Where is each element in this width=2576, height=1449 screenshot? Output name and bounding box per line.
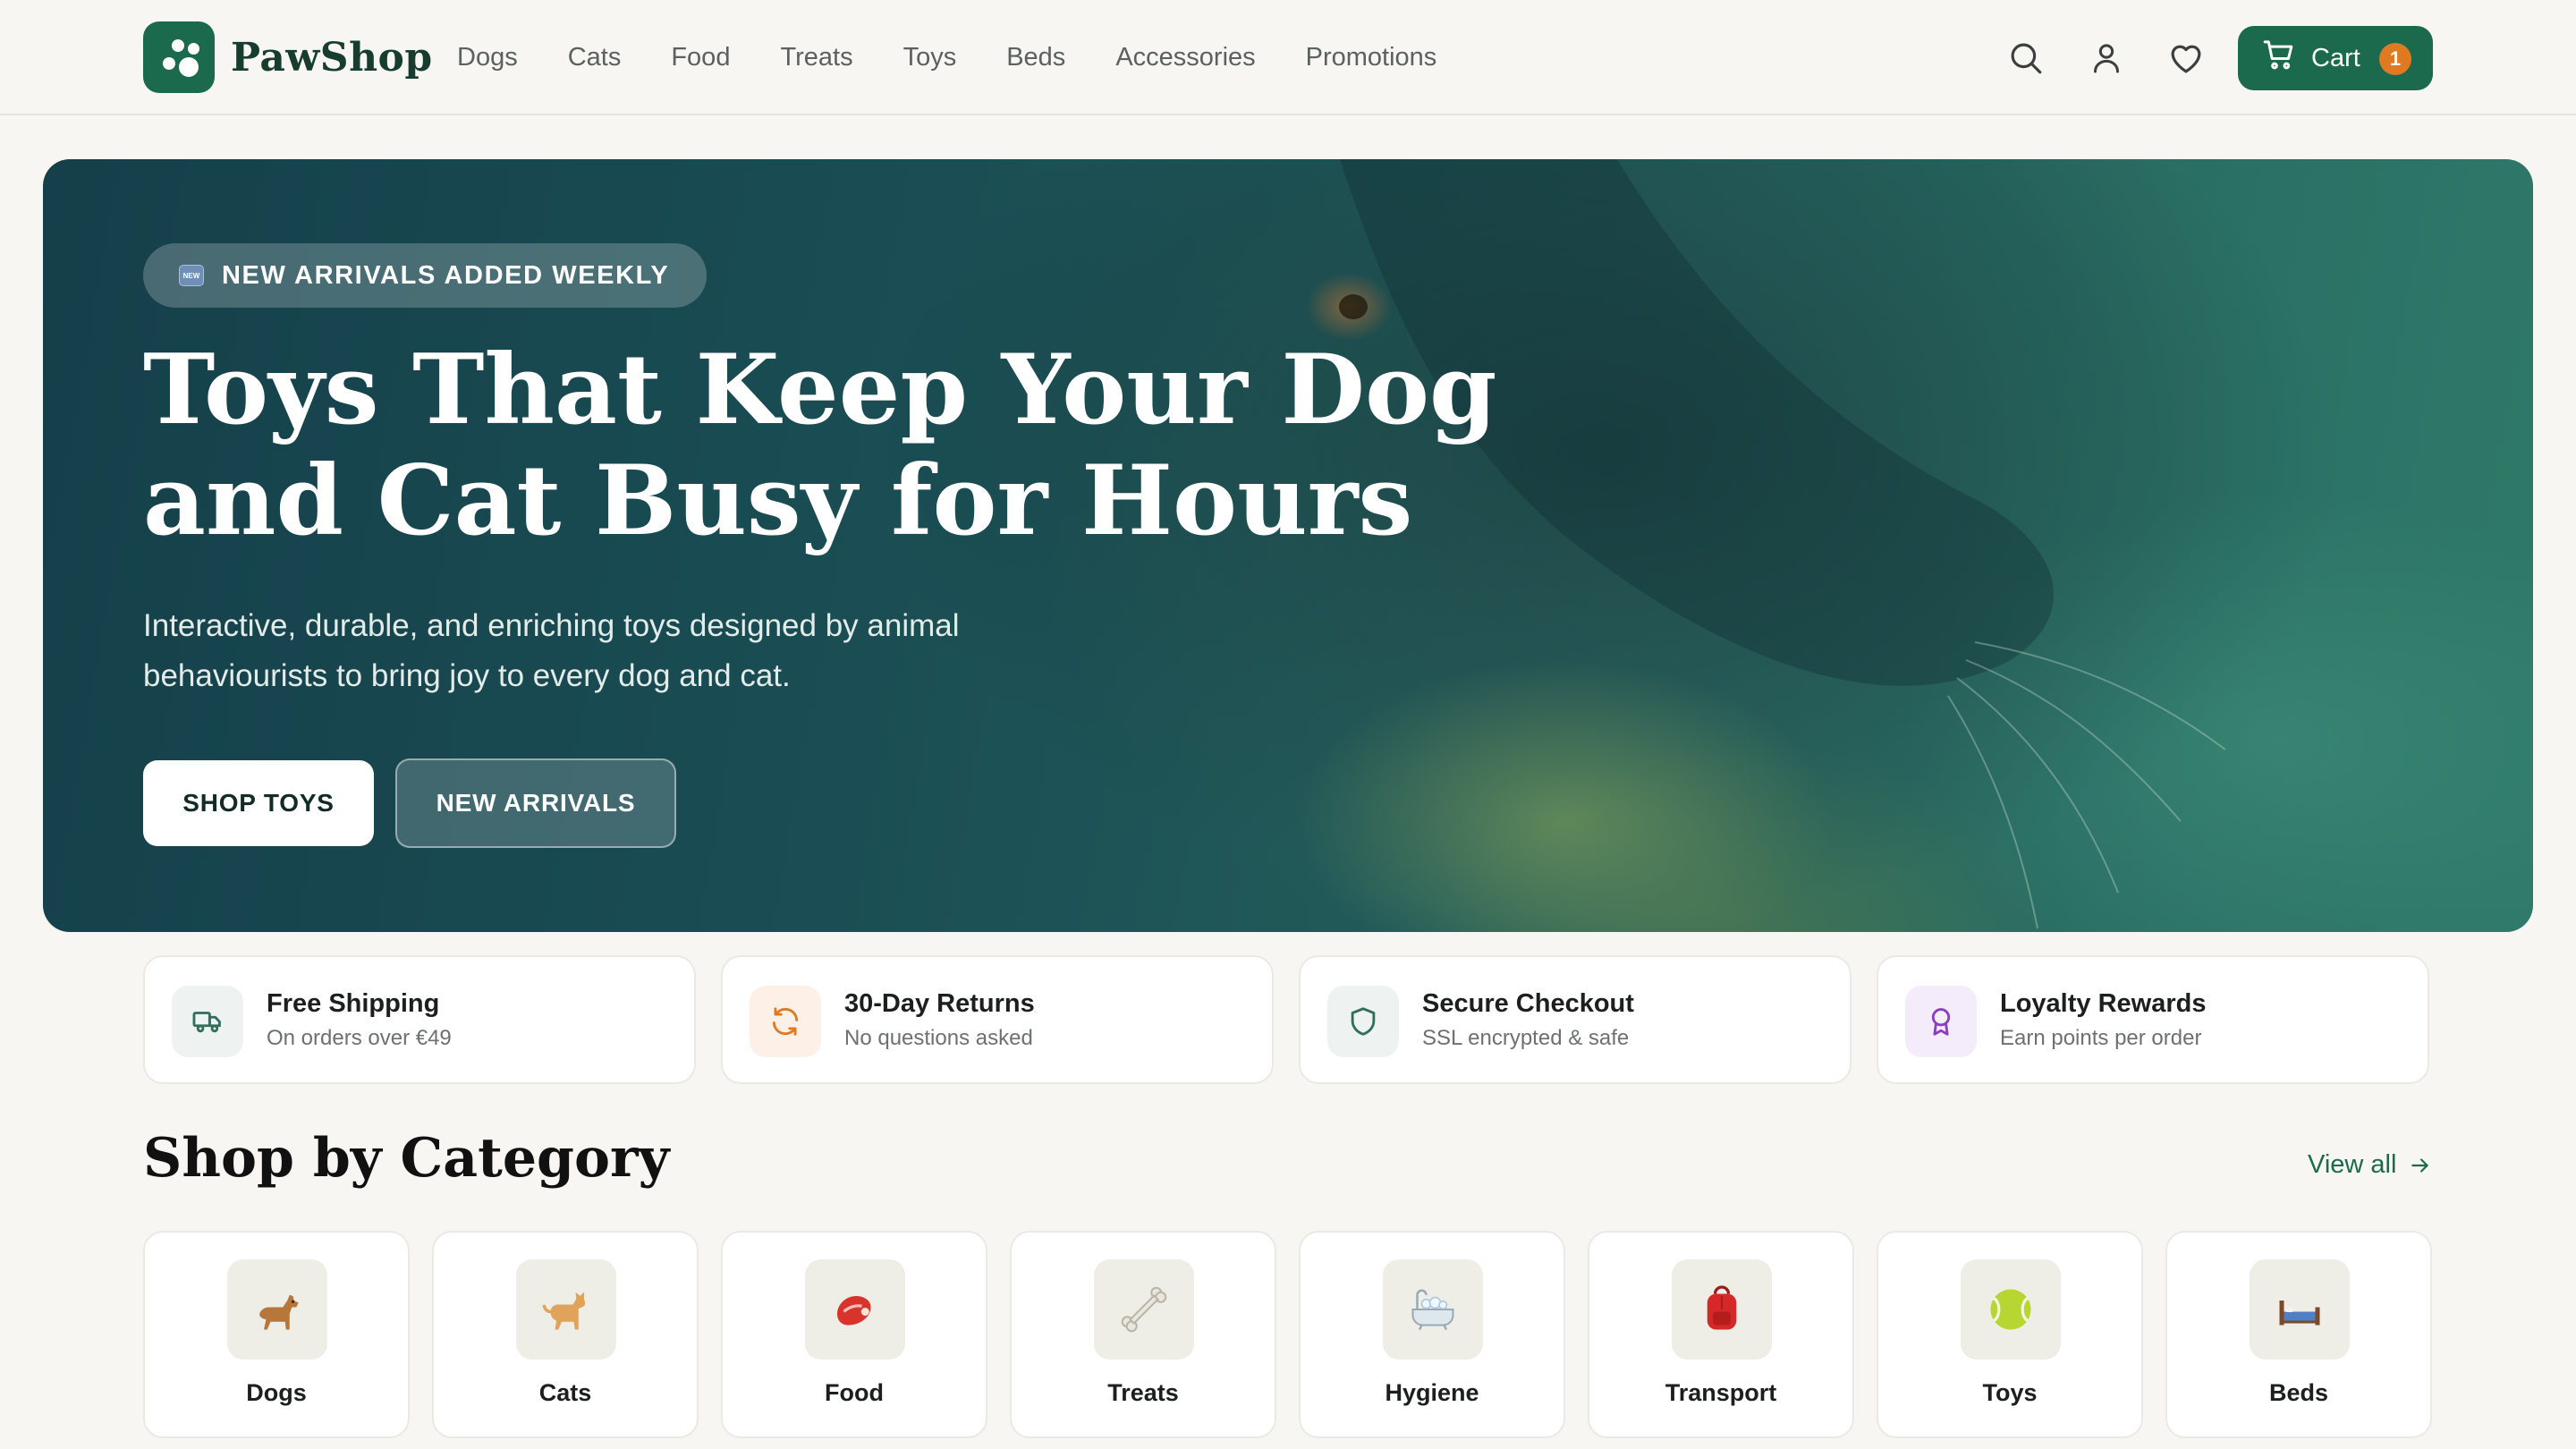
feature-subtitle: On orders over €49 (267, 1026, 452, 1050)
category-label: Cats (538, 1379, 592, 1406)
backpack-icon (1672, 1259, 1772, 1360)
category-label: Hygiene (1385, 1379, 1479, 1406)
main-nav: Dogs Cats Food Treats Toys Beds Accessor… (457, 38, 1487, 77)
nav-item-food[interactable]: Food (671, 38, 730, 77)
cart-count-badge: 1 (2379, 43, 2411, 75)
arrow-right-icon (2411, 1157, 2429, 1173)
cat-icon (516, 1259, 616, 1360)
nav-item-dogs[interactable]: Dogs (457, 38, 518, 77)
feature-title: 30-Day Returns (844, 989, 1035, 1018)
category-label: Food (825, 1379, 884, 1406)
feature-subtitle: Earn points per order (2000, 1026, 2202, 1050)
brand-logo[interactable]: PawShop (143, 21, 433, 93)
view-all-link[interactable]: View all (2308, 1150, 2432, 1180)
feature-card-loyalty: Loyalty Rewards Earn points per order (1877, 955, 2429, 1084)
nav-item-cats[interactable]: Cats (568, 38, 622, 77)
shop-toys-button[interactable]: SHOP TOYS (143, 760, 374, 846)
nav-item-promotions[interactable]: Promotions (1306, 38, 1437, 77)
category-label: Dogs (246, 1379, 307, 1406)
feature-card-checkout: Secure Checkout SSL encrypted & safe (1299, 955, 1852, 1084)
dog-icon (227, 1259, 327, 1360)
award-icon (1905, 986, 1977, 1057)
new-arrivals-button[interactable]: NEW ARRIVALS (395, 758, 676, 848)
nav-item-accessories[interactable]: Accessories (1115, 38, 1255, 77)
nav-item-beds[interactable]: Beds (1006, 38, 1065, 77)
hero-title-line-1: Toys That Keep Your Dog (143, 334, 1497, 446)
bone-icon (1094, 1259, 1194, 1360)
view-all-label: View all (2308, 1150, 2397, 1179)
category-label: Transport (1665, 1379, 1777, 1406)
truck-icon (172, 986, 243, 1057)
hero-banner: NEW NEW ARRIVALS ADDED WEEKLY Toys That … (43, 159, 2533, 932)
feature-card-shipping: Free Shipping On orders over €49 (143, 955, 696, 1084)
category-section-title: Shop by Category (143, 1127, 670, 1190)
paw-icon (143, 21, 215, 93)
bathtub-icon (1383, 1259, 1483, 1360)
meat-icon (805, 1259, 905, 1360)
feature-card-returns: 30-Day Returns No questions asked (721, 955, 1274, 1084)
user-icon[interactable] (2084, 36, 2129, 80)
hero-badge-text: NEW ARRIVALS ADDED WEEKLY (222, 260, 670, 290)
hero-subtitle-line-1: Interactive, durable, and enriching toys… (143, 608, 960, 643)
hero-title-line-2: and Cat Busy for Hours (143, 445, 1413, 557)
heart-icon[interactable] (2164, 36, 2208, 80)
feature-title: Free Shipping (267, 989, 440, 1018)
category-label: Treats (1107, 1379, 1179, 1406)
hero-subtitle-line-2: behaviourists to bring joy to every dog … (143, 658, 791, 693)
refresh-icon (750, 986, 821, 1057)
cart-label: Cart (2311, 43, 2360, 72)
nav-item-treats[interactable]: Treats (780, 38, 852, 77)
cart-icon (2261, 37, 2297, 80)
brand-name: PawShop (231, 34, 433, 80)
hero-subtitle: Interactive, durable, and enriching toys… (143, 601, 1073, 701)
feature-subtitle: SSL encrypted & safe (1422, 1026, 1630, 1050)
category-label: Beds (2268, 1379, 2329, 1406)
new-badge-icon: NEW (179, 265, 204, 286)
category-card-hygiene[interactable]: Hygiene (1299, 1231, 1565, 1438)
category-card-beds[interactable]: Beds (2165, 1231, 2432, 1438)
category-card-transport[interactable]: Transport (1588, 1231, 1854, 1438)
hero-title: Toys That Keep Your Dog and Cat Busy for… (143, 335, 1664, 556)
hero-badge: NEW NEW ARRIVALS ADDED WEEKLY (143, 243, 708, 308)
category-card-cats[interactable]: Cats (432, 1231, 699, 1438)
cart-button[interactable]: Cart 1 (2238, 26, 2433, 90)
bed-icon (2250, 1259, 2350, 1360)
feature-title: Loyalty Rewards (2000, 989, 2207, 1018)
feature-subtitle: No questions asked (844, 1026, 1033, 1050)
nav-item-toys[interactable]: Toys (903, 38, 957, 77)
category-card-toys[interactable]: Toys (1877, 1231, 2143, 1438)
tennis-ball-icon (1961, 1259, 2061, 1360)
feature-title: Secure Checkout (1422, 989, 1634, 1018)
category-card-food[interactable]: Food (721, 1231, 987, 1438)
shield-icon (1327, 986, 1399, 1057)
category-label: Toys (1982, 1379, 2038, 1406)
category-card-treats[interactable]: Treats (1010, 1231, 1276, 1438)
category-card-dogs[interactable]: Dogs (143, 1231, 410, 1438)
search-icon[interactable] (2004, 36, 2048, 80)
site-header: PawShop Dogs Cats Food Treats Toys Beds … (0, 0, 2576, 115)
